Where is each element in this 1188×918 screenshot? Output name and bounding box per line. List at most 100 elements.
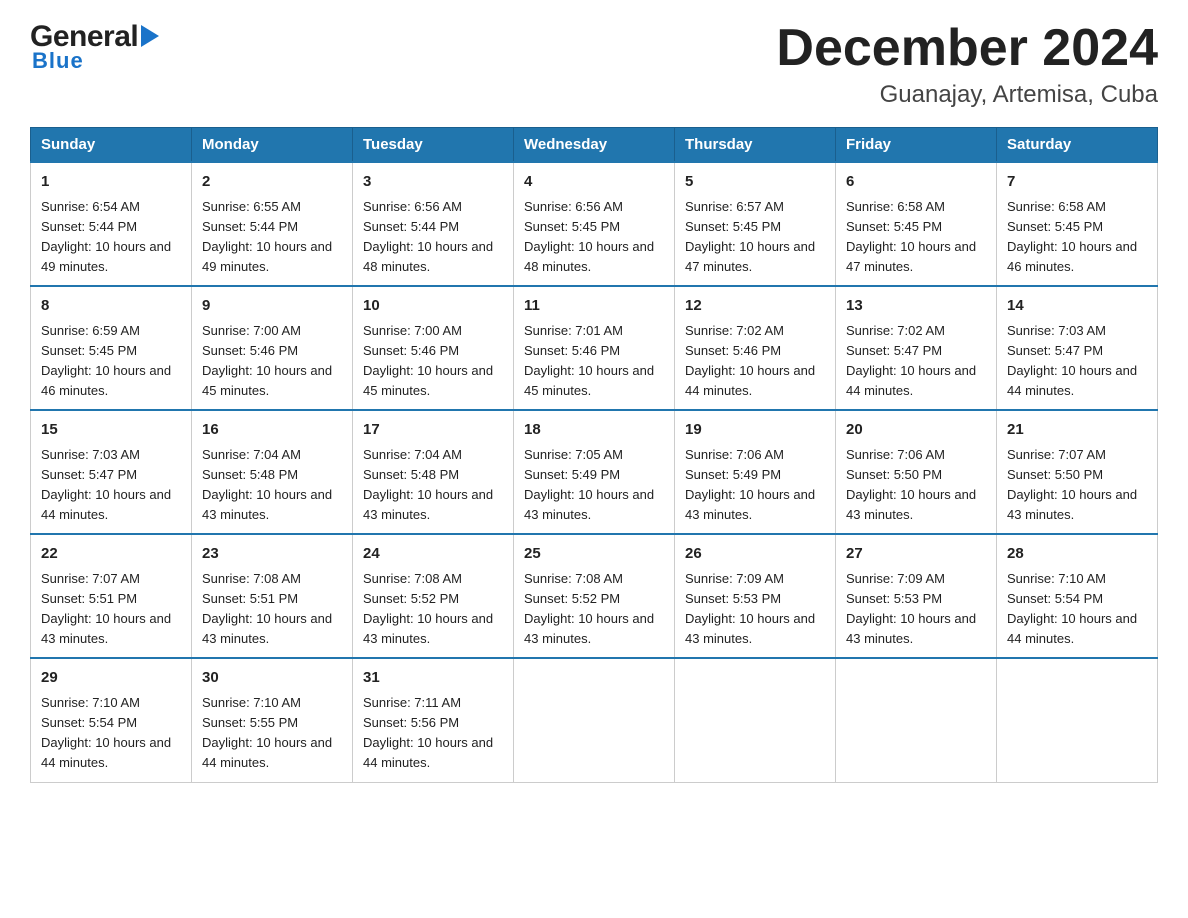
day-number: 4 [524,171,664,194]
day-number: 1 [41,171,181,194]
calendar-day-cell: 21 Sunrise: 7:07 AMSunset: 5:50 PMDaylig… [997,410,1158,534]
page-header: General Blue December 2024 Guanajay, Art… [30,20,1158,109]
calendar-day-cell: 1 Sunrise: 6:54 AMSunset: 5:44 PMDayligh… [31,162,192,286]
day-info: Sunrise: 7:10 AMSunset: 5:54 PMDaylight:… [41,695,171,770]
day-number: 13 [846,295,986,318]
day-info: Sunrise: 7:04 AMSunset: 5:48 PMDaylight:… [202,447,332,522]
day-info: Sunrise: 7:08 AMSunset: 5:52 PMDaylight:… [524,571,654,646]
day-number: 20 [846,419,986,442]
day-info: Sunrise: 7:02 AMSunset: 5:47 PMDaylight:… [846,323,976,398]
day-number: 14 [1007,295,1147,318]
day-header-thursday: Thursday [675,128,836,163]
day-header-tuesday: Tuesday [353,128,514,163]
day-info: Sunrise: 7:08 AMSunset: 5:51 PMDaylight:… [202,571,332,646]
day-header-row: SundayMondayTuesdayWednesdayThursdayFrid… [31,128,1158,163]
calendar-day-cell: 19 Sunrise: 7:06 AMSunset: 5:49 PMDaylig… [675,410,836,534]
calendar-day-cell: 29 Sunrise: 7:10 AMSunset: 5:54 PMDaylig… [31,658,192,782]
calendar-day-cell: 16 Sunrise: 7:04 AMSunset: 5:48 PMDaylig… [192,410,353,534]
day-header-saturday: Saturday [997,128,1158,163]
day-info: Sunrise: 7:09 AMSunset: 5:53 PMDaylight:… [846,571,976,646]
calendar-day-cell: 5 Sunrise: 6:57 AMSunset: 5:45 PMDayligh… [675,162,836,286]
calendar-day-cell [997,658,1158,782]
calendar-day-cell: 31 Sunrise: 7:11 AMSunset: 5:56 PMDaylig… [353,658,514,782]
calendar-week-row: 22 Sunrise: 7:07 AMSunset: 5:51 PMDaylig… [31,534,1158,658]
day-number: 16 [202,419,342,442]
calendar-day-cell: 14 Sunrise: 7:03 AMSunset: 5:47 PMDaylig… [997,286,1158,410]
day-number: 31 [363,667,503,690]
calendar-day-cell [675,658,836,782]
day-info: Sunrise: 7:02 AMSunset: 5:46 PMDaylight:… [685,323,815,398]
calendar-day-cell [836,658,997,782]
calendar-day-cell: 11 Sunrise: 7:01 AMSunset: 5:46 PMDaylig… [514,286,675,410]
day-info: Sunrise: 7:11 AMSunset: 5:56 PMDaylight:… [363,695,493,770]
day-info: Sunrise: 7:06 AMSunset: 5:49 PMDaylight:… [685,447,815,522]
day-number: 5 [685,171,825,194]
day-number: 7 [1007,171,1147,194]
day-info: Sunrise: 6:58 AMSunset: 5:45 PMDaylight:… [1007,199,1137,274]
day-info: Sunrise: 7:00 AMSunset: 5:46 PMDaylight:… [202,323,332,398]
day-info: Sunrise: 7:10 AMSunset: 5:55 PMDaylight:… [202,695,332,770]
day-number: 19 [685,419,825,442]
calendar-day-cell: 27 Sunrise: 7:09 AMSunset: 5:53 PMDaylig… [836,534,997,658]
day-number: 24 [363,543,503,566]
calendar-day-cell: 2 Sunrise: 6:55 AMSunset: 5:44 PMDayligh… [192,162,353,286]
calendar-week-row: 29 Sunrise: 7:10 AMSunset: 5:54 PMDaylig… [31,658,1158,782]
calendar-day-cell: 12 Sunrise: 7:02 AMSunset: 5:46 PMDaylig… [675,286,836,410]
day-number: 29 [41,667,181,690]
day-number: 15 [41,419,181,442]
day-number: 25 [524,543,664,566]
day-info: Sunrise: 7:09 AMSunset: 5:53 PMDaylight:… [685,571,815,646]
day-info: Sunrise: 7:05 AMSunset: 5:49 PMDaylight:… [524,447,654,522]
calendar-day-cell: 13 Sunrise: 7:02 AMSunset: 5:47 PMDaylig… [836,286,997,410]
day-number: 10 [363,295,503,318]
calendar-day-cell: 23 Sunrise: 7:08 AMSunset: 5:51 PMDaylig… [192,534,353,658]
calendar-day-cell: 20 Sunrise: 7:06 AMSunset: 5:50 PMDaylig… [836,410,997,534]
day-info: Sunrise: 7:10 AMSunset: 5:54 PMDaylight:… [1007,571,1137,646]
calendar-header: SundayMondayTuesdayWednesdayThursdayFrid… [31,128,1158,163]
calendar-week-row: 1 Sunrise: 6:54 AMSunset: 5:44 PMDayligh… [31,162,1158,286]
day-number: 6 [846,171,986,194]
day-number: 17 [363,419,503,442]
day-info: Sunrise: 7:07 AMSunset: 5:50 PMDaylight:… [1007,447,1137,522]
day-info: Sunrise: 6:59 AMSunset: 5:45 PMDaylight:… [41,323,171,398]
calendar-day-cell: 25 Sunrise: 7:08 AMSunset: 5:52 PMDaylig… [514,534,675,658]
logo-blue-text: Blue [32,48,84,74]
calendar-day-cell: 10 Sunrise: 7:00 AMSunset: 5:46 PMDaylig… [353,286,514,410]
day-number: 21 [1007,419,1147,442]
day-number: 12 [685,295,825,318]
day-number: 26 [685,543,825,566]
day-info: Sunrise: 6:55 AMSunset: 5:44 PMDaylight:… [202,199,332,274]
day-number: 27 [846,543,986,566]
calendar-day-cell: 6 Sunrise: 6:58 AMSunset: 5:45 PMDayligh… [836,162,997,286]
calendar-body: 1 Sunrise: 6:54 AMSunset: 5:44 PMDayligh… [31,162,1158,782]
day-info: Sunrise: 7:03 AMSunset: 5:47 PMDaylight:… [1007,323,1137,398]
day-info: Sunrise: 6:54 AMSunset: 5:44 PMDaylight:… [41,199,171,274]
page-title: December 2024 [776,20,1158,77]
day-info: Sunrise: 6:58 AMSunset: 5:45 PMDaylight:… [846,199,976,274]
day-info: Sunrise: 6:56 AMSunset: 5:44 PMDaylight:… [363,199,493,274]
day-number: 18 [524,419,664,442]
title-area: December 2024 Guanajay, Artemisa, Cuba [776,20,1158,109]
day-info: Sunrise: 7:06 AMSunset: 5:50 PMDaylight:… [846,447,976,522]
day-number: 28 [1007,543,1147,566]
day-number: 23 [202,543,342,566]
calendar-day-cell: 30 Sunrise: 7:10 AMSunset: 5:55 PMDaylig… [192,658,353,782]
day-info: Sunrise: 7:07 AMSunset: 5:51 PMDaylight:… [41,571,171,646]
calendar-day-cell: 18 Sunrise: 7:05 AMSunset: 5:49 PMDaylig… [514,410,675,534]
day-info: Sunrise: 6:57 AMSunset: 5:45 PMDaylight:… [685,199,815,274]
day-number: 11 [524,295,664,318]
calendar-day-cell: 26 Sunrise: 7:09 AMSunset: 5:53 PMDaylig… [675,534,836,658]
calendar-day-cell: 4 Sunrise: 6:56 AMSunset: 5:45 PMDayligh… [514,162,675,286]
page-subtitle: Guanajay, Artemisa, Cuba [776,81,1158,109]
day-info: Sunrise: 6:56 AMSunset: 5:45 PMDaylight:… [524,199,654,274]
day-info: Sunrise: 7:03 AMSunset: 5:47 PMDaylight:… [41,447,171,522]
calendar-day-cell: 28 Sunrise: 7:10 AMSunset: 5:54 PMDaylig… [997,534,1158,658]
day-info: Sunrise: 7:01 AMSunset: 5:46 PMDaylight:… [524,323,654,398]
day-info: Sunrise: 7:04 AMSunset: 5:48 PMDaylight:… [363,447,493,522]
calendar-day-cell: 3 Sunrise: 6:56 AMSunset: 5:44 PMDayligh… [353,162,514,286]
day-number: 9 [202,295,342,318]
day-number: 8 [41,295,181,318]
day-header-friday: Friday [836,128,997,163]
day-info: Sunrise: 7:08 AMSunset: 5:52 PMDaylight:… [363,571,493,646]
day-header-wednesday: Wednesday [514,128,675,163]
